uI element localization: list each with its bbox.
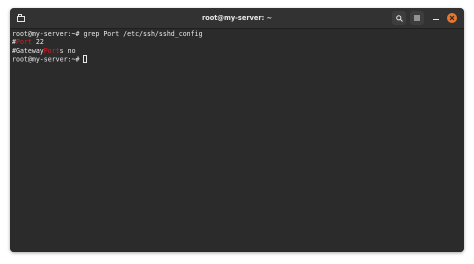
shell-prompt: root@my-server:~# [12,30,84,38]
minimize-button[interactable] [430,11,442,25]
menu-button[interactable] [410,11,424,25]
close-button[interactable] [447,13,457,23]
new-tab-button[interactable] [14,11,28,25]
output-text: 22 [31,38,44,47]
terminal-line: #Port 22 [12,38,462,46]
terminal-line: #GatewayPorts no [12,47,462,55]
output-text: #Gateway [12,46,44,55]
grep-match: Port [15,38,32,47]
close-icon [449,15,455,21]
command-text: grep Port /etc/ssh/sshd_config [83,30,203,38]
terminal-output[interactable]: root@my-server:~# grep Port /etc/ssh/ssh… [10,29,464,252]
search-button[interactable] [392,11,406,25]
terminal-window: root@my-server: ~ root@my-server:~# grep… [10,8,464,252]
text-cursor [83,55,88,63]
grep-match: Port [43,46,60,55]
new-tab-icon [17,14,25,22]
hamburger-menu-icon [414,15,420,21]
shell-prompt: root@my-server:~# [12,55,84,64]
output-text: s no [59,46,76,55]
header-bar: root@my-server: ~ [10,8,464,29]
minimize-icon [433,15,439,21]
search-icon [395,14,403,22]
terminal-line: root@my-server:~# [12,55,462,64]
terminal-line: root@my-server:~# grep Port /etc/ssh/ssh… [12,30,462,38]
